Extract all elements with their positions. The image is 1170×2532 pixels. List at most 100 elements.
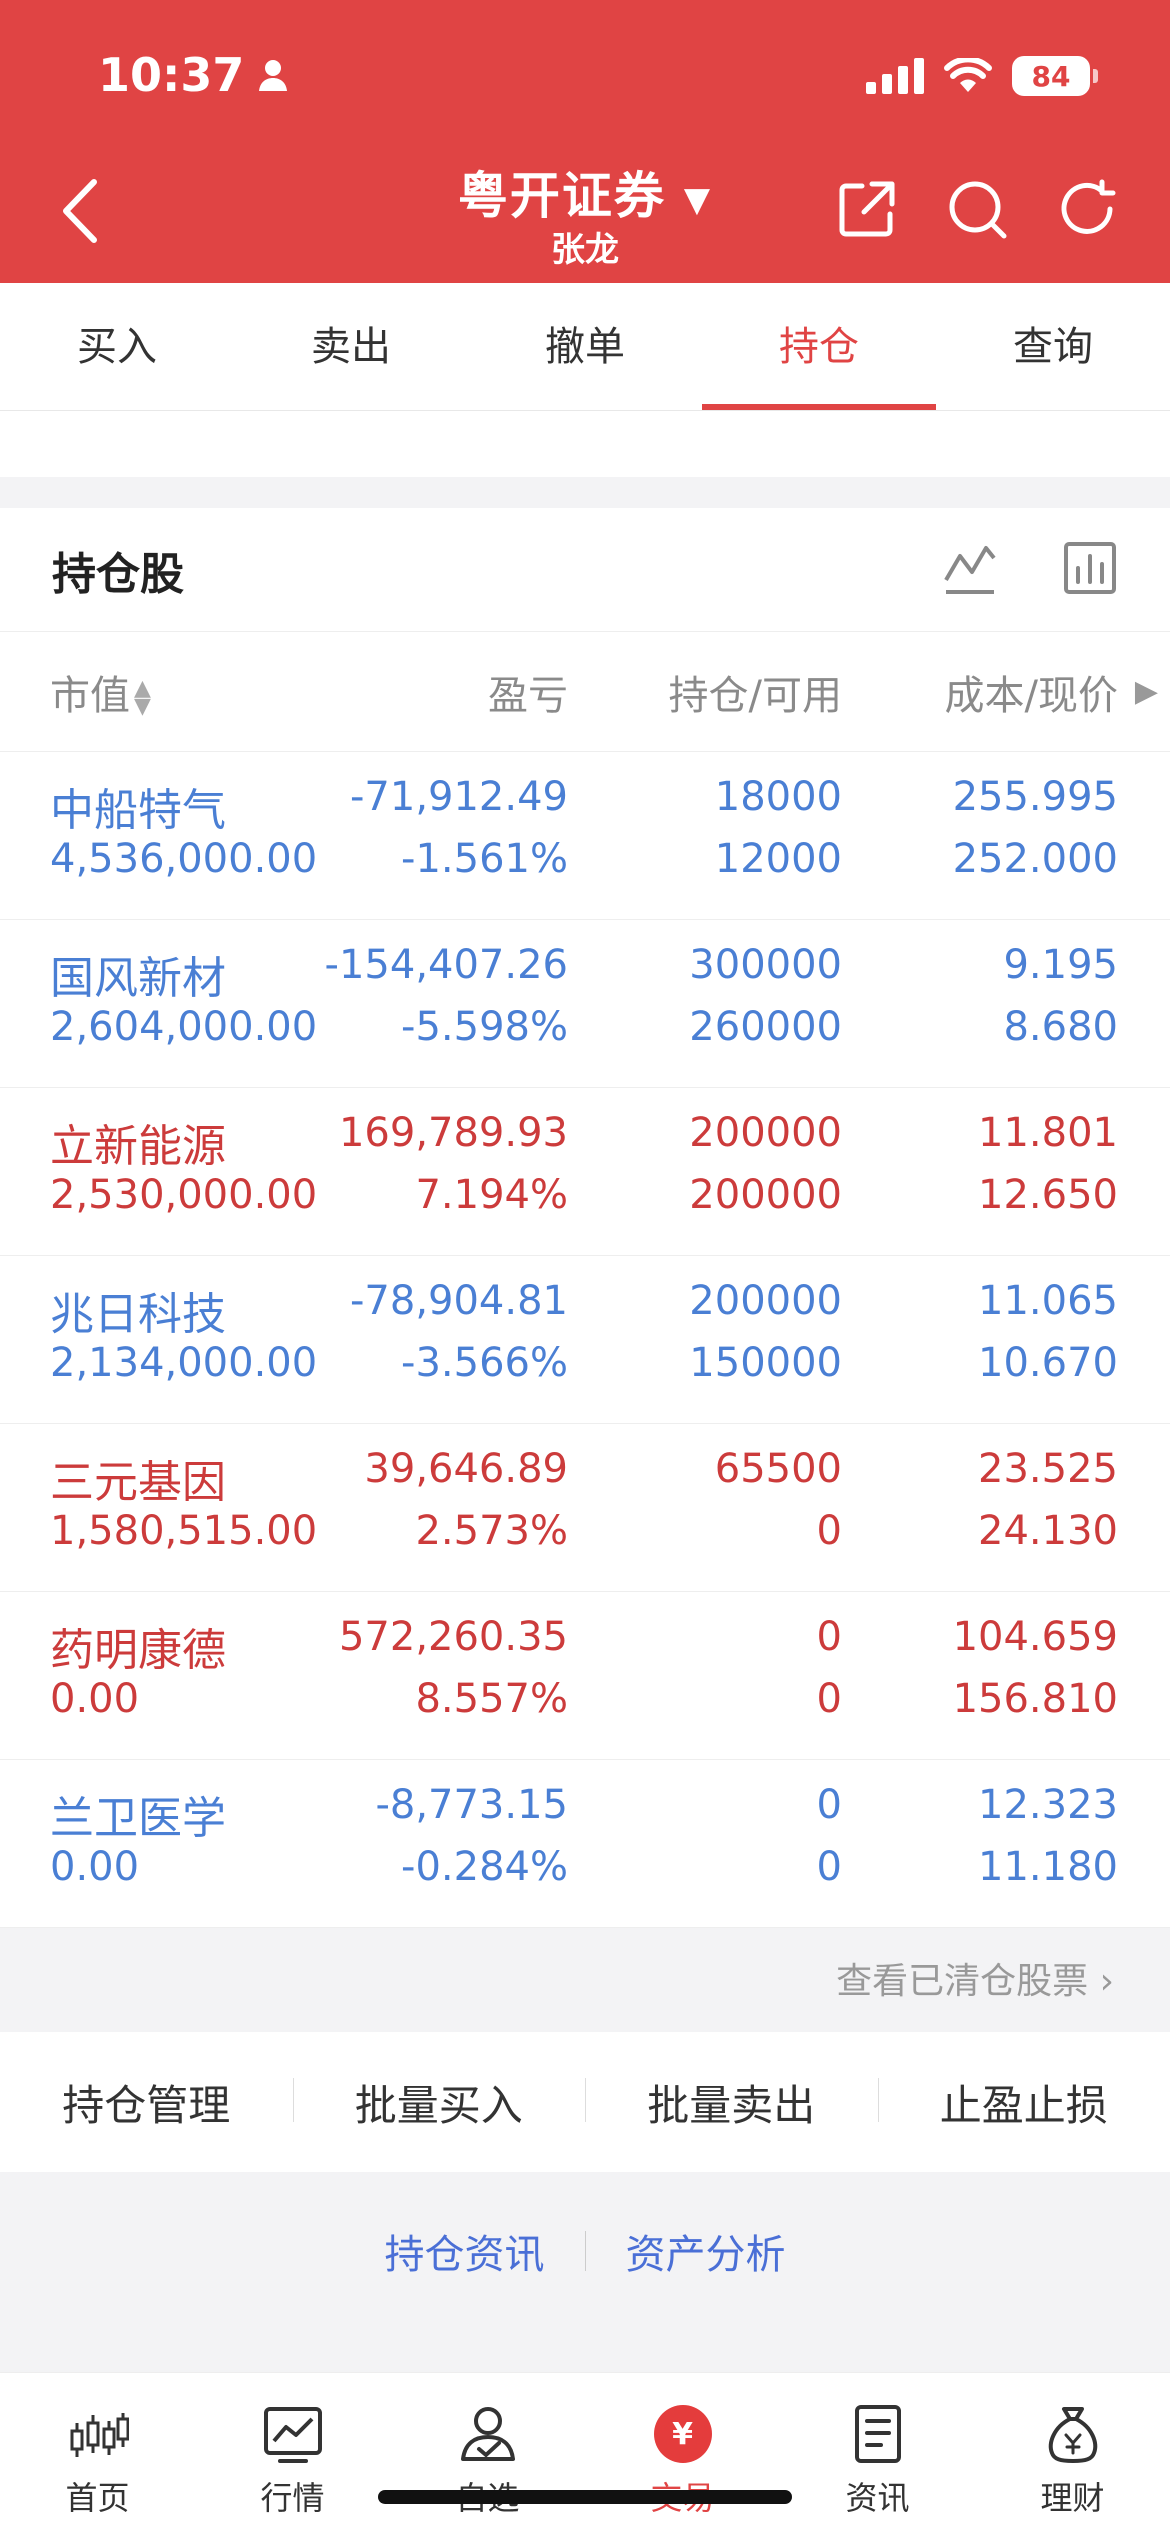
bottom-tab-trade[interactable]: ¥ 交易: [585, 2373, 780, 2532]
batch-sell-button[interactable]: 批量卖出: [585, 2072, 878, 2133]
available-quantity: 260000: [689, 1004, 842, 1050]
stock-name: 立新能源: [50, 1121, 226, 1172]
tab-positions[interactable]: 持仓: [702, 283, 936, 410]
tab-query[interactable]: 查询: [936, 283, 1170, 410]
holding-row[interactable]: 兰卫医学 -8,773.15 0 12.323 0.00 -0.284% 0 11.180: [0, 1760, 1170, 1928]
column-position-available[interactable]: 持仓/可用: [669, 663, 842, 721]
position-quantity: 65500: [714, 1446, 842, 1492]
position-quantity: 18000: [714, 774, 842, 820]
share-icon[interactable]: [836, 178, 898, 240]
bottom-tab-bar: 首页 行情 自选 ¥ 交易 资讯 理财: [0, 2372, 1170, 2532]
position-quantity: 300000: [689, 942, 842, 988]
position-news-link[interactable]: 持仓资讯: [385, 2222, 545, 2280]
chevron-right-icon: ›: [1099, 1961, 1114, 2002]
sort-by-market-value[interactable]: 市值 ▲ ▼: [50, 663, 151, 721]
pnl-amount: -71,912.49: [349, 774, 568, 820]
bottom-tab-news[interactable]: 资讯: [780, 2373, 975, 2532]
market-chart-icon: [263, 2407, 322, 2463]
holdings-title: 持仓股: [52, 548, 184, 600]
pnl-amount: 572,260.35: [338, 1614, 568, 1660]
holding-row[interactable]: 中船特气 -71,912.49 18000 255.995 4,536,000.00 -1…: [0, 752, 1170, 920]
refresh-icon[interactable]: [1056, 178, 1118, 240]
column-pnl[interactable]: 盈亏: [488, 663, 568, 721]
top-bar: 10:37 84 粤开证券 ▼ 张龙: [0, 0, 1170, 283]
holding-row[interactable]: 国风新材 -154,407.26 300000 9.195 2,604,000.00 -5…: [0, 920, 1170, 1088]
market-value: 2,530,000.00: [50, 1172, 318, 1218]
status-indicators: 84: [866, 56, 1098, 96]
pnl-percent: 7.194%: [415, 1172, 568, 1218]
available-quantity: 150000: [689, 1340, 842, 1386]
current-price: 10.670: [978, 1340, 1118, 1386]
pnl-percent: 2.573%: [415, 1508, 568, 1554]
current-price: 156.810: [952, 1676, 1118, 1722]
pnl-amount: 39,646.89: [364, 1446, 568, 1492]
stock-name: 国风新材: [50, 953, 226, 1004]
holdings-list: 中船特气 -71,912.49 18000 255.995 4,536,000.00 -1…: [0, 752, 1170, 1928]
cost-price: 9.195: [1003, 942, 1118, 988]
pnl-amount: -154,407.26: [324, 942, 568, 988]
stock-name: 三元基因: [50, 1457, 226, 1508]
stock-name: 兰卫医学: [50, 1793, 226, 1844]
nav-actions: [836, 178, 1118, 240]
cost-price: 11.065: [978, 1278, 1118, 1324]
position-management-button[interactable]: 持仓管理: [0, 2072, 293, 2133]
available-quantity: 200000: [689, 1172, 842, 1218]
battery-icon: 84: [1012, 56, 1098, 96]
position-quantity: 200000: [689, 1110, 842, 1156]
position-quantity: 0: [816, 1782, 842, 1828]
available-quantity: 12000: [714, 836, 842, 882]
cost-price: 12.323: [978, 1782, 1118, 1828]
caret-down-icon: ▼: [683, 179, 713, 220]
view-cleared-stocks-link[interactable]: 查看已清仓股票 ›: [0, 1932, 1170, 2032]
available-quantity: 0: [816, 1844, 842, 1890]
holding-row[interactable]: 立新能源 169,789.93 200000 11.801 2,530,000.00 7.…: [0, 1088, 1170, 1256]
market-value: 0.00: [50, 1844, 140, 1890]
current-price: 8.680: [1003, 1004, 1118, 1050]
bottom-tab-wealth[interactable]: 理财: [975, 2373, 1170, 2532]
holding-row[interactable]: 三元基因 39,646.89 65500 23.525 1,580,515.00 2.57…: [0, 1424, 1170, 1592]
pnl-percent: -3.566%: [401, 1340, 568, 1386]
scroll-right-icon[interactable]: ▶: [1135, 674, 1158, 709]
stock-name: 中船特气: [50, 785, 226, 836]
candlestick-icon: [70, 2413, 129, 2457]
bottom-tab-market[interactable]: 行情: [195, 2373, 390, 2532]
pnl-percent: -0.284%: [401, 1844, 568, 1890]
bar-chart-icon[interactable]: [1062, 540, 1118, 596]
stock-name: 兆日科技: [50, 1289, 226, 1340]
market-value: 0.00: [50, 1676, 140, 1722]
cost-price: 23.525: [978, 1446, 1118, 1492]
tab-buy[interactable]: 买入: [0, 283, 234, 410]
holdings-card: 持仓股 市值 ▲ ▼ 盈亏 持仓/可用 成本/现价 ▶ 中船特气 -71,912.49…: [0, 508, 1170, 1928]
current-price: 12.650: [978, 1172, 1118, 1218]
home-indicator: [378, 2490, 792, 2504]
holding-row[interactable]: 药明康德 572,260.35 0 104.659 0.00 8.557% 0 156.810: [0, 1592, 1170, 1760]
search-icon[interactable]: [946, 178, 1008, 240]
link-divider: [584, 2231, 586, 2271]
bottom-tab-watchlist[interactable]: 自选: [390, 2373, 585, 2532]
asset-analysis-link[interactable]: 资产分析: [626, 2222, 786, 2280]
pnl-amount: 169,789.93: [338, 1110, 568, 1156]
market-value: 1,580,515.00: [50, 1508, 318, 1554]
take-profit-stop-loss-button[interactable]: 止盈止损: [877, 2072, 1170, 2133]
summary-strip: [0, 411, 1170, 477]
column-cost-price[interactable]: 成本/现价: [945, 663, 1118, 721]
current-price: 252.000: [952, 836, 1118, 882]
cost-price: 11.801: [978, 1110, 1118, 1156]
holdings-column-header: 市值 ▲ ▼ 盈亏 持仓/可用 成本/现价 ▶: [0, 632, 1170, 752]
money-bag-icon: [1048, 2407, 1097, 2464]
sort-icon: ▲ ▼: [134, 675, 151, 719]
market-value: 4,536,000.00: [50, 836, 318, 882]
footer-links: 持仓资讯 资产分析: [0, 2196, 1170, 2306]
current-price: 11.180: [978, 1844, 1118, 1890]
wifi-icon: [944, 58, 992, 92]
holding-row[interactable]: 兆日科技 -78,904.81 200000 11.065 2,134,000.00 -3…: [0, 1256, 1170, 1424]
bottom-tab-home[interactable]: 首页: [0, 2373, 195, 2532]
tab-sell[interactable]: 卖出: [234, 283, 468, 410]
market-value: 2,134,000.00: [50, 1340, 318, 1386]
stock-name: 药明康德: [50, 1625, 226, 1676]
batch-buy-button[interactable]: 批量买入: [292, 2072, 586, 2133]
cost-price: 255.995: [952, 774, 1118, 820]
tab-cancel-order[interactable]: 撤单: [468, 283, 702, 410]
holdings-header: 持仓股: [0, 508, 1170, 632]
line-chart-icon[interactable]: [942, 540, 998, 596]
